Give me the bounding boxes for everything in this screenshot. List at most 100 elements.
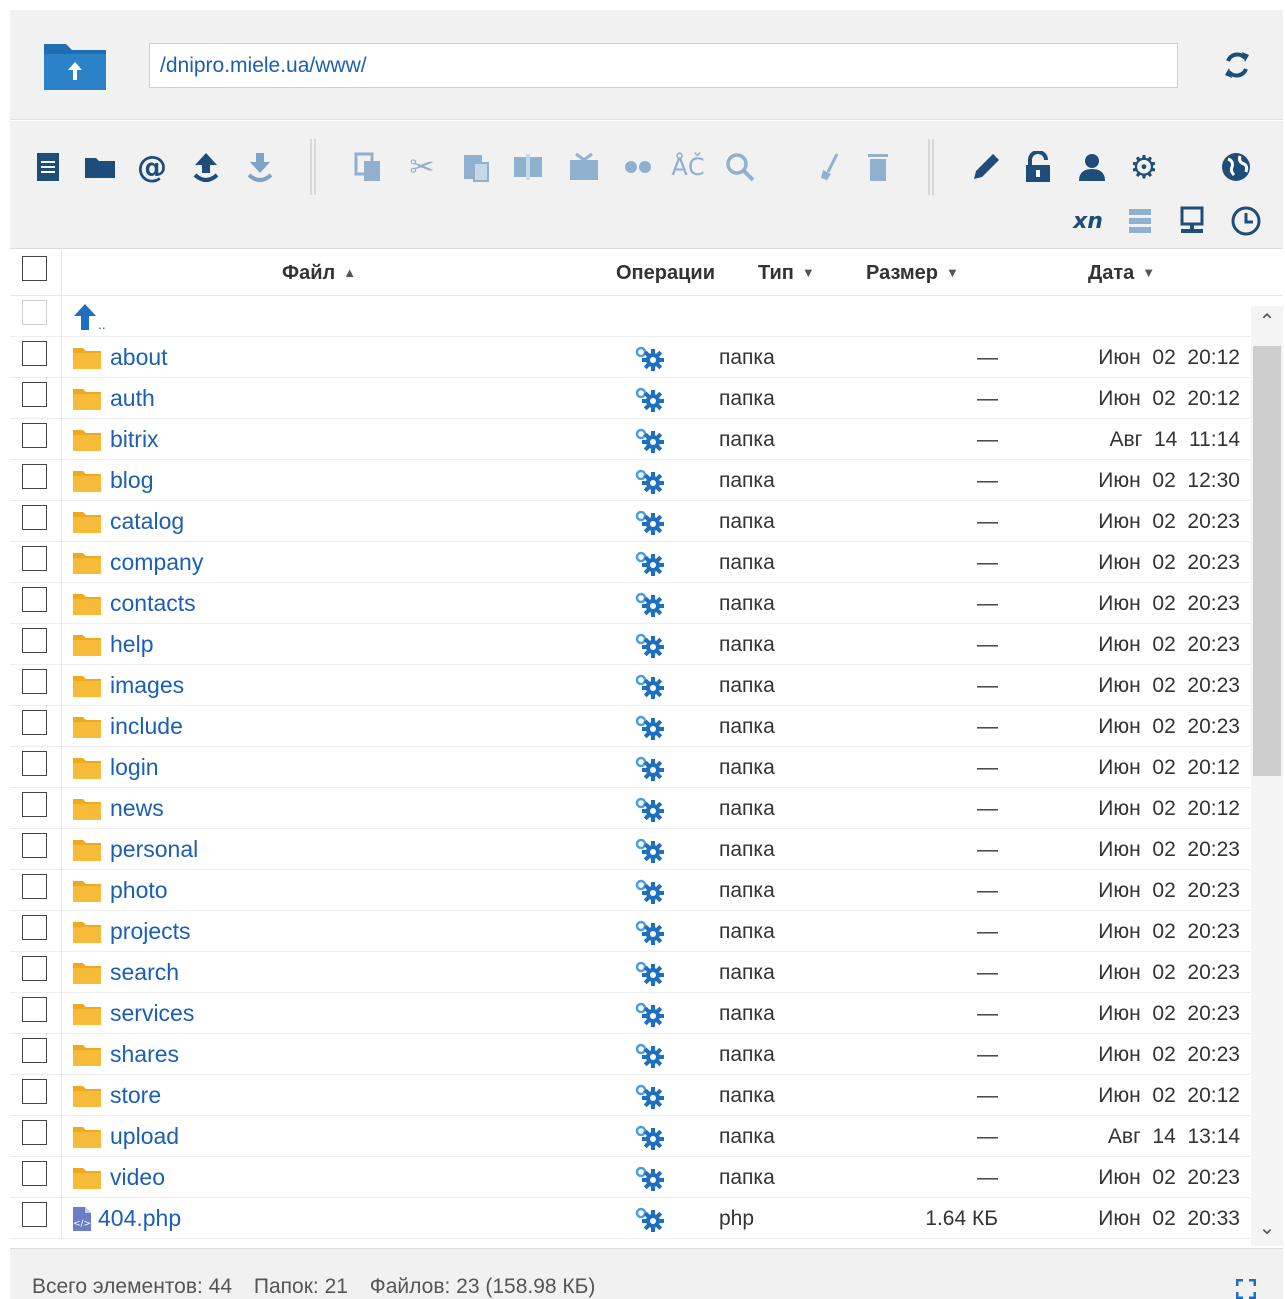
globe-icon[interactable] (1218, 149, 1254, 185)
permissions-icon[interactable] (1020, 149, 1056, 185)
rename-case-icon[interactable]: ÅČ (670, 149, 706, 185)
column-date[interactable]: Дата ▼ (1088, 250, 1155, 296)
table-row[interactable]: catalog папка — Июн 02 20:23 (10, 501, 1250, 542)
operations-gear-icon[interactable] (633, 1001, 667, 1027)
row-checkbox[interactable] (22, 1161, 47, 1186)
table-row[interactable]: company папка — Июн 02 20:23 (10, 542, 1250, 583)
clear-icon[interactable] (812, 149, 848, 185)
row-checkbox[interactable] (22, 587, 47, 612)
table-row[interactable]: store папка — Июн 02 20:12 (10, 1075, 1250, 1116)
operations-gear-icon[interactable] (633, 960, 667, 986)
table-row[interactable]: contacts папка — Июн 02 20:23 (10, 583, 1250, 624)
copy-icon[interactable] (350, 149, 386, 185)
file-name-link[interactable]: help (72, 624, 153, 665)
archive-icon[interactable] (510, 149, 546, 185)
operations-gear-icon[interactable] (633, 837, 667, 863)
operations-gear-icon[interactable] (633, 1042, 667, 1068)
new-folder-icon[interactable] (82, 149, 118, 185)
operations-gear-icon[interactable] (633, 755, 667, 781)
operations-gear-icon[interactable] (633, 796, 667, 822)
operations-gear-icon[interactable] (633, 345, 667, 371)
operations-gear-icon[interactable] (633, 878, 667, 904)
table-row[interactable]: </> 404.php php 1.64 КБ Июн 02 20:33 (10, 1198, 1250, 1239)
computer-icon[interactable] (1174, 203, 1210, 239)
file-name-link[interactable]: contacts (72, 583, 196, 624)
file-name-link[interactable]: about (72, 337, 168, 378)
duplicate-icon[interactable] (620, 149, 656, 185)
file-name-link[interactable]: store (72, 1075, 161, 1116)
row-checkbox[interactable] (22, 792, 47, 817)
path-input[interactable] (149, 43, 1178, 88)
refresh-icon[interactable] (1220, 48, 1254, 82)
email-icon[interactable]: @ (134, 149, 170, 185)
history-icon[interactable] (1228, 203, 1264, 239)
operations-gear-icon[interactable] (633, 673, 667, 699)
download-icon[interactable] (242, 149, 278, 185)
row-checkbox[interactable] (22, 628, 47, 653)
file-name-link[interactable]: login (72, 747, 159, 788)
edit-icon[interactable] (968, 149, 1004, 185)
new-file-icon[interactable] (30, 149, 66, 185)
folder-up-icon[interactable] (44, 40, 106, 90)
table-row[interactable]: search папка — Июн 02 20:23 (10, 952, 1250, 993)
operations-gear-icon[interactable] (633, 386, 667, 412)
table-row[interactable]: services папка — Июн 02 20:23 (10, 993, 1250, 1034)
row-checkbox[interactable] (22, 956, 47, 981)
paste-icon[interactable] (458, 149, 494, 185)
table-row[interactable]: video папка — Июн 02 20:23 (10, 1157, 1250, 1198)
operations-gear-icon[interactable] (633, 714, 667, 740)
row-checkbox[interactable] (22, 505, 47, 530)
table-row[interactable]: photo папка — Июн 02 20:23 (10, 870, 1250, 911)
upload-icon[interactable] (188, 149, 224, 185)
column-file[interactable]: Файл ▲ (282, 250, 356, 296)
row-checkbox[interactable] (22, 341, 47, 366)
table-row[interactable]: personal папка — Июн 02 20:23 (10, 829, 1250, 870)
row-checkbox[interactable] (22, 669, 47, 694)
parent-dir-row[interactable]: .. (10, 296, 1250, 337)
list-view-icon[interactable] (1122, 203, 1158, 239)
row-checkbox[interactable] (22, 710, 47, 735)
file-name-link[interactable]: bitrix (72, 419, 159, 460)
operations-gear-icon[interactable] (633, 591, 667, 617)
file-name-link[interactable]: blog (72, 460, 153, 501)
operations-gear-icon[interactable] (633, 427, 667, 453)
row-checkbox[interactable] (22, 751, 47, 776)
table-row[interactable]: login папка — Июн 02 20:12 (10, 747, 1250, 788)
table-row[interactable]: auth папка — Июн 02 20:12 (10, 378, 1250, 419)
row-checkbox[interactable] (22, 1120, 47, 1145)
translit-button[interactable]: xn (1066, 203, 1110, 239)
operations-gear-icon[interactable] (633, 550, 667, 576)
table-row[interactable]: images папка — Июн 02 20:23 (10, 665, 1250, 706)
table-row[interactable]: news папка — Июн 02 20:12 (10, 788, 1250, 829)
row-checkbox[interactable] (22, 874, 47, 899)
row-checkbox[interactable] (22, 382, 47, 407)
table-row[interactable]: projects папка — Июн 02 20:23 (10, 911, 1250, 952)
row-checkbox[interactable] (22, 423, 47, 448)
row-checkbox[interactable] (22, 1038, 47, 1063)
file-name-link[interactable]: services (72, 993, 194, 1034)
file-name-link[interactable]: upload (72, 1116, 179, 1157)
file-name-link[interactable]: company (72, 542, 203, 583)
table-row[interactable]: blog папка — Июн 02 12:30 (10, 460, 1250, 501)
file-name-link[interactable]: news (72, 788, 164, 829)
user-icon[interactable] (1074, 149, 1110, 185)
file-name-link[interactable]: include (72, 706, 183, 747)
file-name-link[interactable]: personal (72, 829, 198, 870)
operations-gear-icon[interactable] (633, 1083, 667, 1109)
file-name-link[interactable]: </> 404.php (72, 1198, 181, 1239)
row-checkbox[interactable] (22, 1079, 47, 1104)
scroll-up-icon[interactable]: ⌃ (1257, 312, 1277, 332)
table-row[interactable]: help папка — Июн 02 20:23 (10, 624, 1250, 665)
file-name-link[interactable]: projects (72, 911, 191, 952)
table-row[interactable]: shares папка — Июн 02 20:23 (10, 1034, 1250, 1075)
operations-gear-icon[interactable] (633, 1206, 667, 1232)
operations-gear-icon[interactable] (633, 468, 667, 494)
column-type[interactable]: Тип ▼ (758, 250, 815, 296)
table-row[interactable]: include папка — Июн 02 20:23 (10, 706, 1250, 747)
cut-icon[interactable]: ✂ (404, 149, 440, 185)
operations-gear-icon[interactable] (633, 1165, 667, 1191)
row-checkbox[interactable] (22, 464, 47, 489)
file-name-link[interactable]: photo (72, 870, 168, 911)
row-checkbox[interactable] (22, 1202, 47, 1227)
search-icon[interactable] (722, 149, 758, 185)
